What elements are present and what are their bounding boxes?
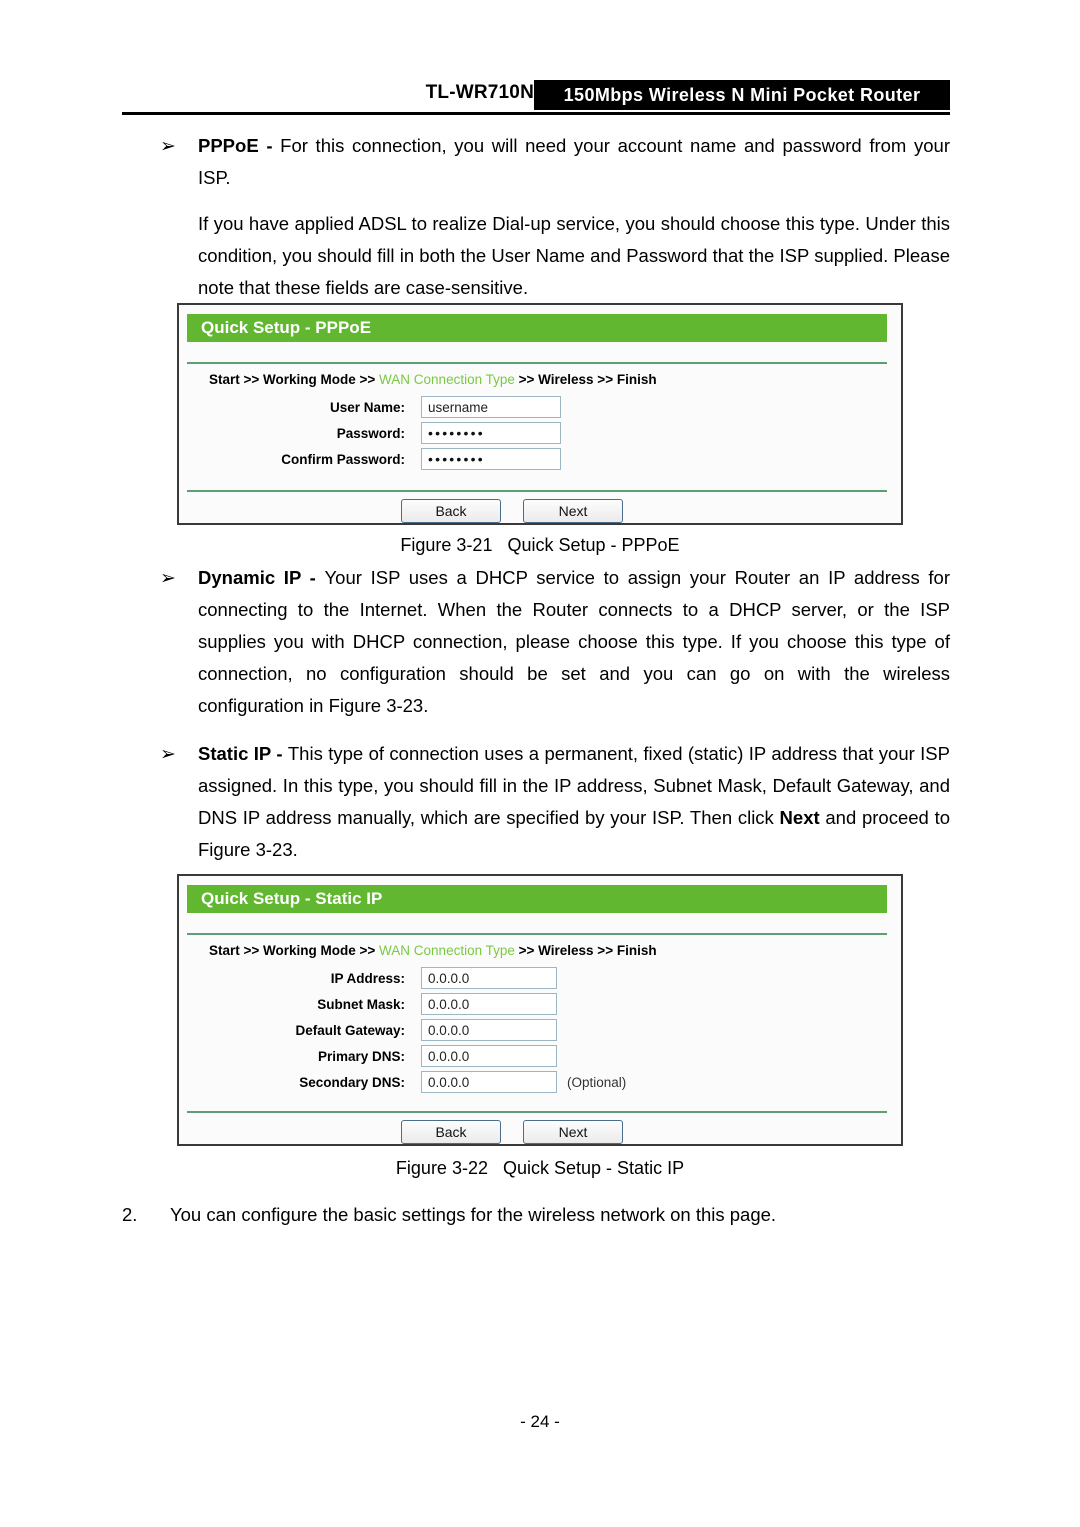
numbered-item-2-text: You can configure the basic settings for…	[170, 1204, 777, 1225]
figure-22-caption: Figure 3-22 Quick Setup - Static IP	[0, 1155, 1080, 1181]
back-button[interactable]: Back	[401, 499, 501, 523]
numbered-item-2: 2. You can configure the basic settings …	[122, 1200, 952, 1230]
field-row-secondary-dns: Secondary DNS: 0.0.0.0 (Optional)	[209, 1071, 829, 1093]
label-confirm-password: Confirm Password:	[281, 451, 405, 467]
figure-21-quick-setup-pppoe-panel: Quick Setup - PPPoE Start >> Working Mod…	[177, 303, 903, 525]
bullet-static-ip-text: Static IP - This type of connection uses…	[198, 738, 950, 866]
bullet-item-static-ip: ➢ Static IP - This type of connection us…	[160, 738, 950, 866]
next-button[interactable]: Next	[523, 1120, 623, 1144]
figure-21-caption-title: Quick Setup - PPPoE	[507, 535, 680, 555]
breadcrumb-part2: >> Wireless >> Finish	[514, 372, 657, 387]
label-default-gateway: Default Gateway:	[295, 1022, 405, 1038]
figure-21-caption-number: Figure 3-21	[400, 535, 493, 555]
breadcrumb-static-ip: Start >> Working Mode >> WAN Connection …	[209, 943, 657, 958]
input-default-gateway[interactable]: 0.0.0.0	[421, 1019, 557, 1041]
figure-22-caption-number: Figure 3-22	[395, 1158, 488, 1178]
input-password[interactable]: ••••••••	[421, 422, 561, 444]
bullet-dynamic-ip-text: Dynamic IP - Your ISP uses a DHCP servic…	[198, 562, 950, 722]
input-confirm-password[interactable]: ••••••••	[421, 448, 561, 470]
input-primary-dns[interactable]: 0.0.0.0	[421, 1045, 557, 1067]
breadcrumb-pppoe: Start >> Working Mode >> WAN Connection …	[209, 372, 657, 387]
label-user-name: User Name:	[329, 399, 405, 415]
label-subnet-mask: Subnet Mask:	[317, 996, 405, 1012]
arrow-bullet-icon: ➢	[160, 135, 176, 157]
bullet-pppoe-body: For this connection, you will need your …	[198, 135, 950, 188]
breadcrumb-part1: Start >> Working Mode >>	[209, 943, 380, 958]
breadcrumb-wan-connection-type[interactable]: WAN Connection Type	[379, 943, 515, 958]
field-row-default-gateway: Default Gateway: 0.0.0.0	[209, 1019, 829, 1041]
label-secondary-dns: Secondary DNS:	[299, 1074, 405, 1090]
field-row-confirm-password: Confirm Password: ••••••••	[209, 448, 769, 470]
panel-titlebar-static-ip: Quick Setup - Static IP	[187, 885, 887, 913]
input-ip-address[interactable]: 0.0.0.0	[421, 967, 557, 989]
page-number-footer: - 24 -	[520, 1412, 560, 1431]
input-subnet-mask[interactable]: 0.0.0.0	[421, 993, 557, 1015]
button-row-static-ip: Back Next	[401, 1120, 623, 1144]
arrow-bullet-icon: ➢	[160, 567, 176, 589]
figure-21-caption: Figure 3-21 Quick Setup - PPPoE	[0, 532, 1080, 558]
bullet-static-ip-label: Static IP -	[198, 743, 288, 764]
bullet-pppoe-label: PPPoE -	[198, 135, 281, 156]
panel-bottom-separator	[187, 1111, 887, 1113]
breadcrumb-part2: >> Wireless >> Finish	[514, 943, 657, 958]
panel-top-separator	[187, 933, 887, 935]
bullet-pppoe-text: PPPoE - For this connection, you will ne…	[198, 130, 950, 194]
document-page: TL-WR710N 150Mbps Wireless N Mini Pocket…	[0, 0, 1080, 1527]
label-ip-address: IP Address:	[330, 970, 405, 986]
field-row-user-name: User Name: username	[209, 396, 769, 418]
field-row-password: Password: ••••••••	[209, 422, 769, 444]
field-row-subnet-mask: Subnet Mask: 0.0.0.0	[209, 993, 829, 1015]
panel-titlebar-pppoe: Quick Setup - PPPoE	[187, 314, 887, 342]
bullet-item-dynamic-ip: ➢ Dynamic IP - Your ISP uses a DHCP serv…	[160, 562, 950, 722]
panel-title-pppoe: Quick Setup - PPPoE	[201, 318, 372, 337]
button-row-pppoe: Back Next	[401, 499, 623, 523]
label-primary-dns: Primary DNS:	[317, 1048, 405, 1064]
field-row-ip-address: IP Address: 0.0.0.0	[209, 967, 829, 989]
back-button[interactable]: Back	[401, 1120, 501, 1144]
next-button[interactable]: Next	[523, 499, 623, 523]
header-divider-rule	[122, 112, 950, 115]
input-secondary-dns[interactable]: 0.0.0.0	[421, 1071, 557, 1093]
arrow-bullet-icon: ➢	[160, 743, 176, 765]
bullet-item-pppoe: ➢ PPPoE - For this connection, you will …	[160, 130, 950, 194]
bullet-dynamic-ip-body: Your ISP uses a DHCP service to assign y…	[198, 567, 951, 716]
bullet-dynamic-ip-label: Dynamic IP -	[198, 567, 325, 588]
paragraph-pppoe-description: If you have applied ADSL to realize Dial…	[198, 213, 950, 298]
note-secondary-dns-optional: (Optional)	[567, 1074, 627, 1090]
panel-bottom-separator	[187, 490, 887, 492]
figure-22-caption-title: Quick Setup - Static IP	[503, 1158, 685, 1178]
panel-top-separator	[187, 362, 887, 364]
breadcrumb-wan-connection-type[interactable]: WAN Connection Type	[379, 372, 515, 387]
breadcrumb-part1: Start >> Working Mode >>	[209, 372, 380, 387]
input-user-name[interactable]: username	[421, 396, 561, 418]
field-row-primary-dns: Primary DNS: 0.0.0.0	[209, 1045, 829, 1067]
panel-title-static-ip: Quick Setup - Static IP	[201, 889, 383, 908]
bullet-static-ip-next-keyword: Next	[779, 807, 820, 828]
numbered-item-2-number: 2.	[122, 1204, 138, 1225]
label-password: Password:	[336, 425, 405, 441]
header-model-name: TL-WR710N	[425, 82, 534, 103]
header-product-banner: 150Mbps Wireless N Mini Pocket Router	[534, 80, 950, 110]
document-header: TL-WR710N 150Mbps Wireless N Mini Pocket…	[122, 80, 950, 112]
figure-22-quick-setup-static-ip-panel: Quick Setup - Static IP Start >> Working…	[177, 874, 903, 1146]
